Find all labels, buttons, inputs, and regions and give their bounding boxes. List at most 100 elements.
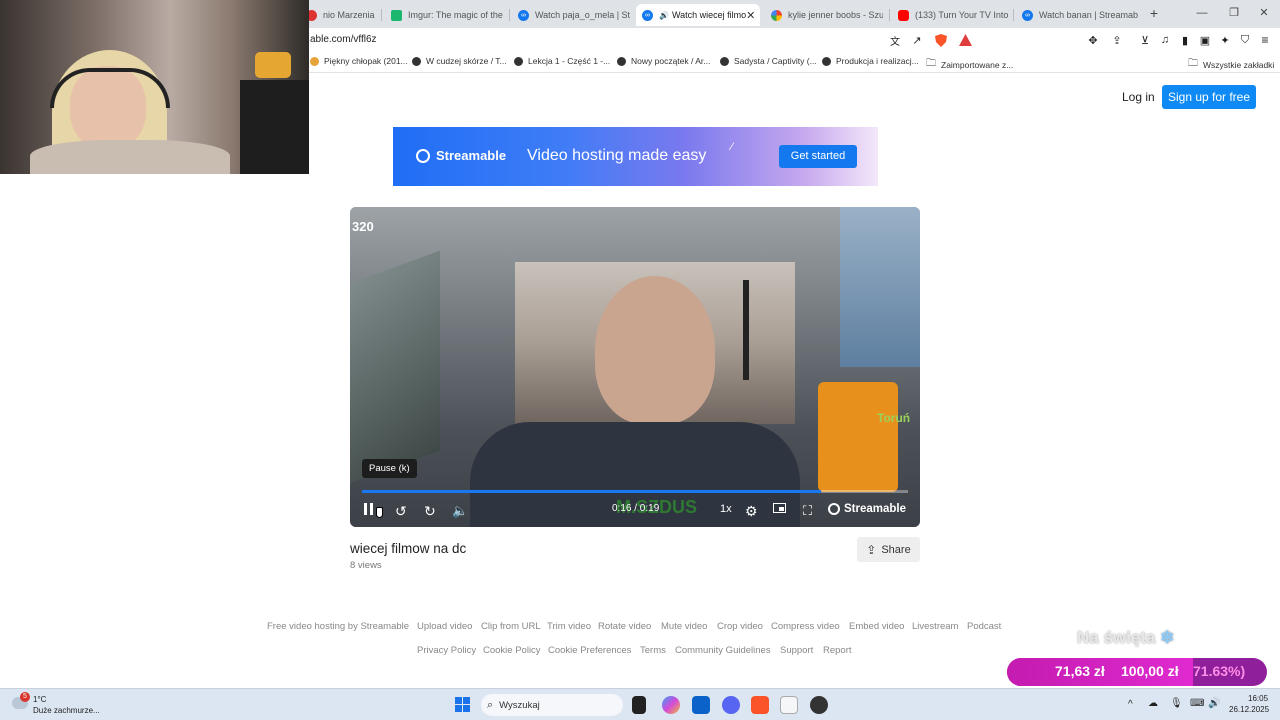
tab-close-icon[interactable]: ✕ bbox=[746, 9, 755, 22]
footer-link[interactable]: Mute video bbox=[661, 621, 707, 632]
onedrive-icon[interactable]: ☁ bbox=[1148, 698, 1158, 709]
view-count: 8 views bbox=[350, 560, 382, 571]
extensions-icon[interactable]: ✥ bbox=[1086, 33, 1100, 47]
sidebar-icon[interactable]: ▮ bbox=[1178, 33, 1192, 47]
footer-link[interactable]: Report bbox=[823, 645, 852, 656]
clock-time[interactable]: 16:05 bbox=[1248, 694, 1268, 703]
bookmark-item[interactable]: Nowy początek / Ar... bbox=[617, 56, 710, 66]
discord-icon[interactable] bbox=[722, 696, 740, 714]
bookmark-item[interactable]: Lekcja 1 - Część 1 -... bbox=[514, 56, 610, 66]
translate-icon[interactable]: 文 bbox=[888, 33, 902, 48]
streamable-player-logo[interactable]: Streamable bbox=[828, 503, 906, 515]
leo-ai-icon[interactable]: ✦ bbox=[1218, 33, 1232, 47]
footer-link[interactable]: Support bbox=[780, 645, 813, 656]
all-bookmarks-folder[interactable]: 🗀 Wszystkie zakładki bbox=[1188, 56, 1274, 73]
video-player[interactable]: 320 Toruń M.SZDUS Pause (k) ↺ ↻ 🔈 0:16 /… bbox=[350, 207, 920, 527]
tab-paja-o-mela[interactable]: ∞ Watch paja_o_mela | Strea bbox=[512, 4, 630, 26]
time-display: 0:16 / 0:19 bbox=[612, 503, 660, 514]
footer-link[interactable]: Free video hosting by Streamable bbox=[267, 621, 409, 632]
footer-link[interactable]: Community Guidelines bbox=[675, 645, 771, 656]
rewind-icon[interactable]: ↺ bbox=[395, 503, 407, 520]
store-icon[interactable] bbox=[692, 696, 710, 714]
pause-tooltip: Pause (k) bbox=[362, 459, 417, 478]
speaker-icon[interactable]: 🔊 bbox=[1208, 698, 1220, 709]
bookmark-item[interactable]: Sadysta / Captivity (... bbox=[720, 56, 817, 66]
menu-icon[interactable]: ≡ bbox=[1258, 33, 1272, 47]
mouse-cursor bbox=[376, 507, 383, 518]
bookmark-favicon-icon bbox=[514, 56, 523, 66]
get-started-button[interactable]: Get started bbox=[779, 145, 857, 168]
folder-icon: 🗀 bbox=[1188, 58, 1198, 69]
bookmark-folder[interactable]: 🗀 Zaimportowane z... bbox=[926, 56, 1013, 73]
volume-icon[interactable]: 🔈 bbox=[452, 503, 468, 519]
forward-icon[interactable]: ↻ bbox=[424, 503, 436, 520]
headset-icon bbox=[50, 68, 170, 108]
footer-link[interactable]: Livestream bbox=[912, 621, 958, 632]
share-page-icon[interactable]: ↗ bbox=[910, 33, 924, 47]
overlay-location: Toruń bbox=[877, 411, 911, 425]
network-icon[interactable]: ⌨ bbox=[1190, 698, 1204, 709]
tab-youtube[interactable]: (133) Turn Your TV Into Ar bbox=[892, 4, 1010, 26]
taskbar-search[interactable]: ⌕ Wyszukaj bbox=[481, 694, 623, 716]
wallet-icon[interactable]: ▣ bbox=[1198, 33, 1212, 47]
settings-gear-icon[interactable]: ⚙ bbox=[745, 503, 758, 520]
bookmark-label: W cudzej skórze / T... bbox=[426, 56, 507, 66]
window-close-icon[interactable]: ✕ bbox=[1248, 4, 1280, 22]
footer-link[interactable]: Podcast bbox=[967, 621, 1001, 632]
copilot-icon[interactable] bbox=[662, 696, 680, 714]
progress-bar[interactable] bbox=[362, 490, 908, 493]
bookmark-item[interactable]: Piękny chłopak (201... bbox=[310, 56, 408, 66]
tab-google-search[interactable]: kylie jenner boobs - Szuk bbox=[765, 4, 883, 26]
footer-link[interactable]: Compress video bbox=[771, 621, 840, 632]
tab-label: Watch banan | Streamable bbox=[1039, 10, 1138, 20]
share-button[interactable]: ⇪ Share bbox=[857, 537, 920, 562]
brave-shield-icon[interactable] bbox=[934, 33, 948, 47]
footer-link[interactable]: Terms bbox=[640, 645, 666, 656]
obs-icon[interactable] bbox=[810, 696, 828, 714]
pause-button[interactable] bbox=[364, 503, 373, 515]
footer-link[interactable]: Upload video bbox=[417, 621, 472, 632]
footer-link[interactable]: Trim video bbox=[547, 621, 591, 632]
brave-rewards-icon[interactable] bbox=[958, 33, 972, 47]
tab-marzenia[interactable]: nio Marzenia poj... bbox=[300, 4, 375, 26]
brave-browser-icon[interactable] bbox=[751, 696, 769, 714]
signup-button[interactable]: Sign up for free bbox=[1162, 85, 1256, 109]
bookmark-item[interactable]: Produkcja i realizacj... bbox=[822, 56, 919, 66]
tab-wiecej-filmow[interactable]: ∞ 🔊 Watch wiecej filmo ✕ bbox=[636, 4, 760, 26]
vpn-icon[interactable]: ⛉ bbox=[1238, 33, 1252, 47]
footer-link[interactable]: Rotate video bbox=[598, 621, 651, 632]
tray-chevron-icon[interactable]: ^ bbox=[1128, 699, 1133, 710]
share-icon[interactable]: ⇪ bbox=[1110, 33, 1124, 47]
weather-desc: Duże zachmurze... bbox=[33, 706, 100, 715]
media-icon[interactable]: ♫ bbox=[1158, 33, 1172, 47]
progress-fill bbox=[362, 490, 821, 493]
new-tab-icon[interactable]: + bbox=[1138, 4, 1170, 22]
notepad-icon[interactable] bbox=[780, 696, 798, 714]
microphone-icon[interactable]: 🎙 bbox=[1170, 698, 1183, 709]
login-link[interactable]: Log in bbox=[1122, 90, 1155, 104]
minimize-icon[interactable]: — bbox=[1186, 4, 1218, 22]
download-icon[interactable]: ⊻ bbox=[1138, 33, 1152, 47]
footer-link[interactable]: Embed video bbox=[849, 621, 904, 632]
pip-icon[interactable] bbox=[773, 503, 786, 513]
banner-tagline: Video hosting made easy bbox=[527, 147, 707, 164]
bookmark-item[interactable]: W cudzej skórze / T... bbox=[412, 56, 507, 66]
speed-button[interactable]: 1x bbox=[720, 503, 732, 515]
footer-link[interactable]: Privacy Policy bbox=[417, 645, 476, 656]
footer-link[interactable]: Crop video bbox=[717, 621, 763, 632]
tab-banan[interactable]: ∞ Watch banan | Streamable bbox=[1016, 4, 1138, 26]
promo-banner[interactable]: Streamable Video hosting made easy ⁄ Get… bbox=[393, 127, 878, 186]
fullscreen-icon[interactable]: ⛶ bbox=[803, 503, 812, 519]
tab-label: Watch wiecej filmo bbox=[671, 10, 747, 20]
clock-date[interactable]: 26.12.2025 bbox=[1229, 705, 1269, 714]
task-view-icon[interactable] bbox=[632, 696, 646, 714]
footer-link[interactable]: Cookie Preferences bbox=[548, 645, 631, 656]
windows-start-icon[interactable] bbox=[455, 697, 471, 713]
footer-link[interactable]: Cookie Policy bbox=[483, 645, 541, 656]
tab-imgur[interactable]: Imgur: The magic of the In bbox=[385, 4, 503, 26]
bookmark-label: Lekcja 1 - Część 1 -... bbox=[528, 56, 611, 66]
url-field[interactable]: able.com/vffl6z bbox=[310, 34, 377, 45]
restore-icon[interactable]: ❐ bbox=[1218, 4, 1250, 22]
footer-link[interactable]: Clip from URL bbox=[481, 621, 541, 632]
search-placeholder: Wyszukaj bbox=[499, 699, 540, 711]
